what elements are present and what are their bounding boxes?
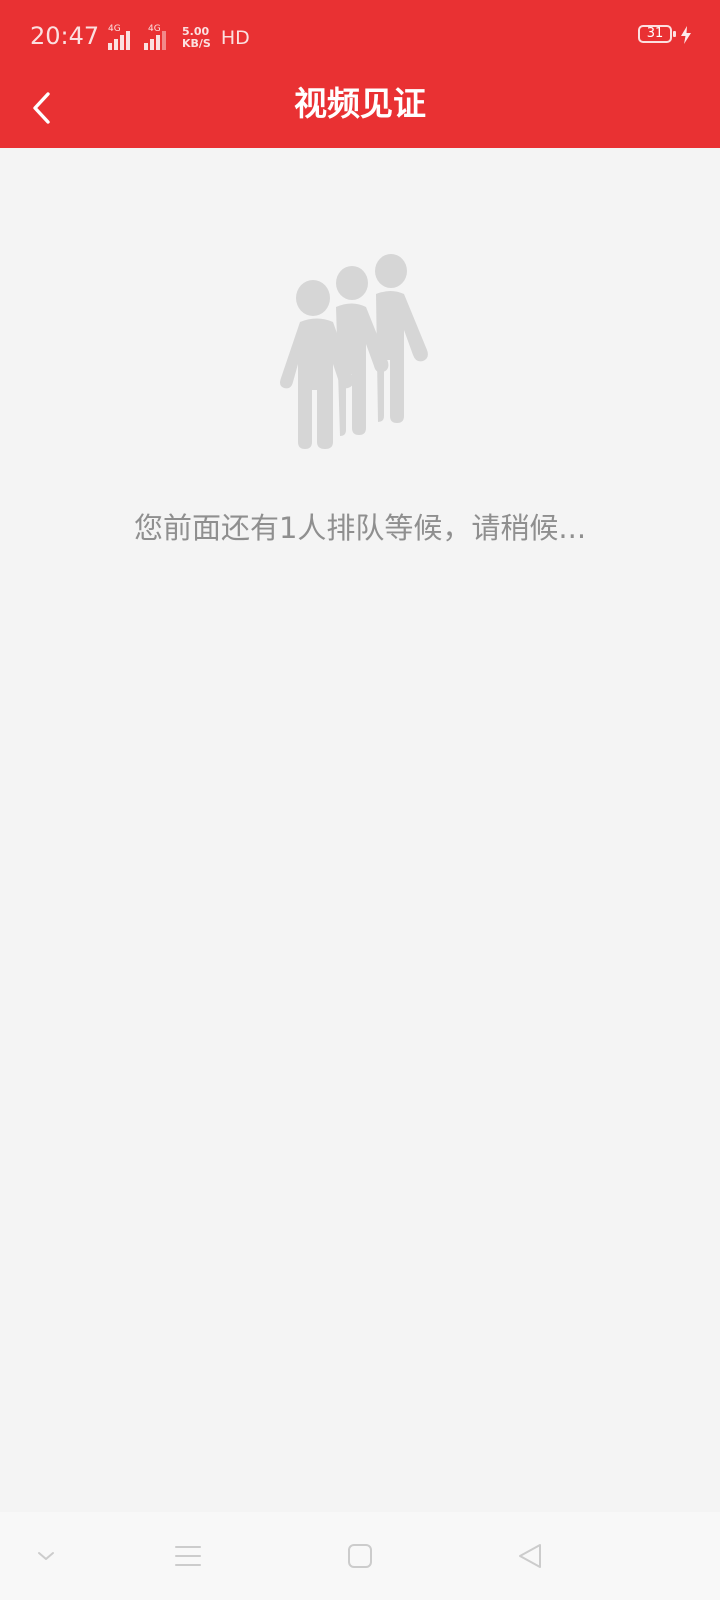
page-title: 视频见证 [294,84,426,123]
status-time: 20:47 [30,22,100,50]
charging-icon [681,26,691,44]
app-screen: 20:47 4G 4G 5.00 KB/S HD 31 视频见证 您前面还有1人… [0,0,720,1600]
status-icons: 4G 4G 5.00 KB/S HD [102,22,250,50]
menu-icon [175,1546,201,1566]
queue-status-message: 您前面还有1人排队等候，请稍候... [133,511,587,545]
back-button[interactable] [14,80,70,136]
chevron-left-icon [33,92,50,124]
people-queue-icon [280,254,428,449]
network-type-label: 4G [108,24,121,34]
network-type-label: 4G [148,24,161,34]
chevron-down-icon [38,1552,54,1560]
battery-icon: 31 [638,25,672,43]
page-header: 视频见证 [0,72,720,148]
system-navigation-bar [0,1512,720,1600]
signal-icon: 4G [142,24,172,50]
battery-tip [673,31,676,37]
network-speed-unit: KB/S [182,37,211,50]
system-back-button[interactable] [506,1532,554,1580]
status-bar: 20:47 4G 4G 5.00 KB/S HD 31 [0,0,720,72]
signal-icon: 4G [102,24,132,50]
collapse-nav-button[interactable] [22,1532,70,1580]
network-speed: 5.00 KB/S [182,26,211,50]
home-square-icon [348,1544,372,1568]
recent-apps-button[interactable] [164,1532,212,1580]
battery-level: 31 [646,26,664,41]
back-triangle-icon [519,1544,541,1568]
top-bar: 20:47 4G 4G 5.00 KB/S HD 31 视频见证 [0,0,720,148]
home-button[interactable] [336,1532,384,1580]
hd-label: HD [220,27,250,49]
